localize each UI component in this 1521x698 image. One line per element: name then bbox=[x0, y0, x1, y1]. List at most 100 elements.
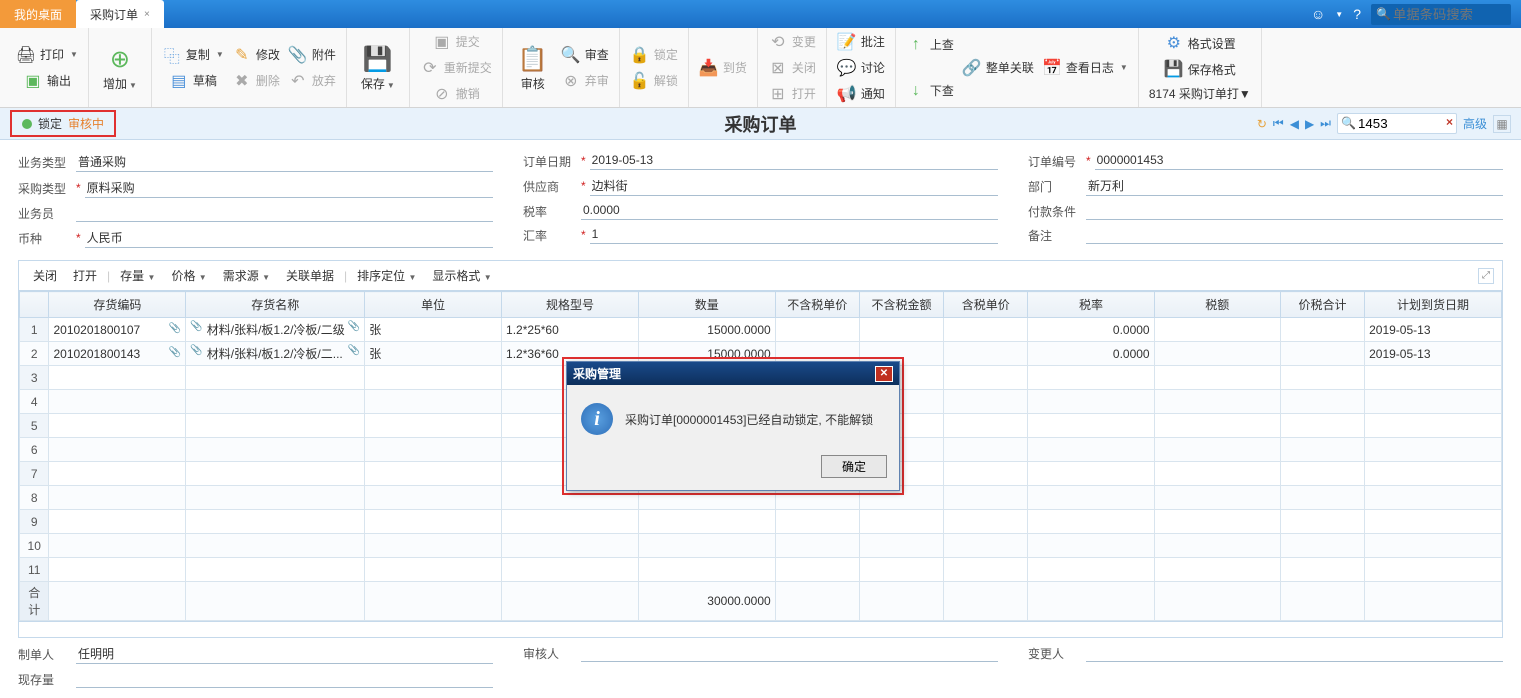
resubmit-button[interactable]: ⟳重新提交 bbox=[416, 56, 496, 80]
modify-button[interactable]: ✎修改 bbox=[228, 43, 284, 67]
col-price-notax[interactable]: 不含税单价 bbox=[775, 292, 859, 318]
advanced-link[interactable]: 高级 bbox=[1463, 115, 1487, 132]
salesman-field[interactable] bbox=[76, 204, 493, 222]
payment-field[interactable] bbox=[1086, 202, 1503, 220]
supplier-label: 供应商 bbox=[523, 178, 581, 195]
arrival-button[interactable]: 📥到货 bbox=[695, 56, 751, 80]
delete-button[interactable]: ✖删除 bbox=[228, 69, 284, 93]
supplier-field[interactable]: 边料街 bbox=[590, 176, 998, 196]
grid-view-icon[interactable]: ▦ bbox=[1493, 115, 1511, 133]
save-button[interactable]: 💾 保存▼ bbox=[353, 39, 403, 96]
gt-fmt[interactable]: 显示格式 ▼ bbox=[426, 265, 497, 286]
col-qty[interactable]: 数量 bbox=[638, 292, 775, 318]
upcheck-button[interactable]: ↑上查 bbox=[902, 33, 958, 57]
next-icon[interactable]: ▶ bbox=[1305, 117, 1314, 131]
last-icon[interactable]: ⏭ bbox=[1320, 116, 1331, 131]
caret-down-icon[interactable]: ▼ bbox=[1335, 10, 1343, 19]
unaudit-button[interactable]: ⊗弃审 bbox=[557, 69, 613, 93]
note-button[interactable]: 📝批注 bbox=[833, 30, 889, 54]
gt-open[interactable]: 打开 bbox=[67, 265, 103, 286]
submit-button[interactable]: ▣提交 bbox=[416, 30, 496, 54]
order-no-field[interactable]: 0000001453 bbox=[1095, 152, 1503, 170]
note-icon: 📝 bbox=[837, 32, 857, 52]
revoke-button[interactable]: ⊘撤销 bbox=[416, 82, 496, 106]
attach-button[interactable]: 📎附件 bbox=[284, 43, 340, 67]
add-icon: ⊕ bbox=[104, 43, 136, 75]
save-format-button[interactable]: 💾保存格式 bbox=[1145, 57, 1255, 81]
refresh-icon[interactable]: ↻ bbox=[1257, 117, 1267, 131]
unlock-button[interactable]: 🔓解锁 bbox=[626, 69, 682, 93]
col-plan-date[interactable]: 计划到货日期 bbox=[1365, 292, 1502, 318]
table-row[interactable]: 1 2010201800107📎 📎材料/张料/板1.2/冷板/二级📎 张1.2… bbox=[20, 318, 1502, 342]
close-doc-icon: ⊠ bbox=[768, 58, 788, 78]
first-icon[interactable]: ⏮ bbox=[1273, 116, 1284, 131]
col-code[interactable]: 存货编码 bbox=[49, 292, 186, 318]
abandon-icon: ↶ bbox=[288, 71, 308, 91]
remark-field[interactable] bbox=[1086, 226, 1503, 244]
change-button[interactable]: ⟲变更 bbox=[764, 30, 820, 54]
gt-stock[interactable]: 存量 ▼ bbox=[114, 265, 161, 286]
table-row[interactable]: 9 bbox=[20, 510, 1502, 534]
exchange-rate-field[interactable]: 1 bbox=[590, 226, 998, 244]
table-row[interactable]: 10 bbox=[20, 534, 1502, 558]
discuss-button[interactable]: 💬讨论 bbox=[833, 56, 889, 80]
abandon-button[interactable]: ↶放弃 bbox=[284, 69, 340, 93]
draft-button[interactable]: ▤草稿 bbox=[158, 69, 228, 93]
copy-button[interactable]: ⿻复制▼ bbox=[158, 43, 228, 67]
purchase-type-field[interactable]: 原料采购 bbox=[85, 178, 493, 198]
lock-icon: 🔒 bbox=[630, 45, 650, 65]
col-price-tax[interactable]: 含税单价 bbox=[944, 292, 1028, 318]
barcode-search-input[interactable] bbox=[1371, 4, 1511, 25]
add-button[interactable]: ⊕ 增加▼ bbox=[95, 39, 145, 96]
gt-demand[interactable]: 需求源 ▼ bbox=[217, 265, 276, 286]
print-button[interactable]: 🖨打印▼ bbox=[12, 43, 82, 67]
whole-link-button[interactable]: 🔗整单关联 bbox=[958, 56, 1038, 80]
order-date-field[interactable]: 2019-05-13 bbox=[590, 152, 998, 170]
dialog-ok-button[interactable]: 确定 bbox=[821, 455, 887, 478]
clear-icon[interactable]: × bbox=[1446, 115, 1453, 129]
tax-rate-field[interactable]: 0.0000 bbox=[581, 202, 998, 220]
gt-linked[interactable]: 关联单据 bbox=[280, 265, 340, 286]
open-button[interactable]: ⊞打开 bbox=[764, 82, 820, 106]
tab-desktop[interactable]: 我的桌面 bbox=[0, 0, 76, 28]
col-tax-amount[interactable]: 税额 bbox=[1154, 292, 1280, 318]
lock-button[interactable]: 🔒锁定 bbox=[626, 43, 682, 67]
export-button[interactable]: ▣输出 bbox=[12, 69, 82, 93]
tab-purchase-order[interactable]: 采购订单 × bbox=[76, 0, 164, 28]
view-log-button[interactable]: 📅查看日志▼ bbox=[1038, 56, 1132, 80]
close-icon[interactable]: × bbox=[144, 9, 150, 20]
expand-icon[interactable]: ⤢ bbox=[1478, 268, 1494, 284]
col-unit[interactable]: 单位 bbox=[365, 292, 502, 318]
main-toolbar: 🖨打印▼ ▣输出 ⊕ 增加▼ ⿻复制▼ ▤草稿 ✎修改 ✖删除 📎附件 ↶放弃 … bbox=[0, 28, 1521, 108]
gt-close[interactable]: 关闭 bbox=[27, 265, 63, 286]
clip-icon: 📎 bbox=[288, 45, 308, 65]
col-name[interactable]: 存货名称 bbox=[186, 292, 365, 318]
format-set-button[interactable]: ⚙格式设置 bbox=[1145, 31, 1255, 55]
table-row[interactable]: 11 bbox=[20, 558, 1502, 582]
help-icon[interactable]: ? bbox=[1353, 6, 1361, 22]
downcheck-button[interactable]: ↓下查 bbox=[902, 79, 958, 103]
col-amount-notax[interactable]: 不含税金额 bbox=[859, 292, 943, 318]
close-button[interactable]: ⊠关闭 bbox=[764, 56, 820, 80]
notify-button[interactable]: 📢通知 bbox=[833, 82, 889, 106]
status-dot-icon bbox=[22, 119, 32, 129]
smile-icon[interactable]: ☺ bbox=[1311, 6, 1325, 22]
col-tax-rate[interactable]: 税率 bbox=[1028, 292, 1154, 318]
horizontal-scrollbar[interactable] bbox=[18, 622, 1503, 638]
print-format-select[interactable]: 8174 采购订单打▼ bbox=[1145, 83, 1255, 104]
search-icon: 🔍 bbox=[1341, 116, 1356, 130]
dept-field[interactable]: 新万利 bbox=[1086, 176, 1503, 196]
biz-type-field[interactable]: 普通采购 bbox=[76, 152, 493, 172]
col-total[interactable]: 价税合计 bbox=[1280, 292, 1364, 318]
order-date-label: 订单日期 bbox=[523, 153, 581, 170]
save-icon: 💾 bbox=[362, 43, 394, 75]
dialog-close-button[interactable]: ✕ bbox=[875, 366, 893, 382]
review-button[interactable]: 🔍审查 bbox=[557, 43, 613, 67]
gt-price[interactable]: 价格 ▼ bbox=[165, 265, 212, 286]
dialog-message: 采购订单[0000001453]已经自动锁定, 不能解锁 bbox=[625, 411, 873, 428]
prev-icon[interactable]: ◀ bbox=[1290, 117, 1299, 131]
gt-sort[interactable]: 排序定位 ▼ bbox=[351, 265, 422, 286]
audit-button[interactable]: 📋 审核 bbox=[509, 39, 557, 96]
col-spec[interactable]: 规格型号 bbox=[502, 292, 639, 318]
currency-field[interactable]: 人民币 bbox=[85, 228, 493, 248]
